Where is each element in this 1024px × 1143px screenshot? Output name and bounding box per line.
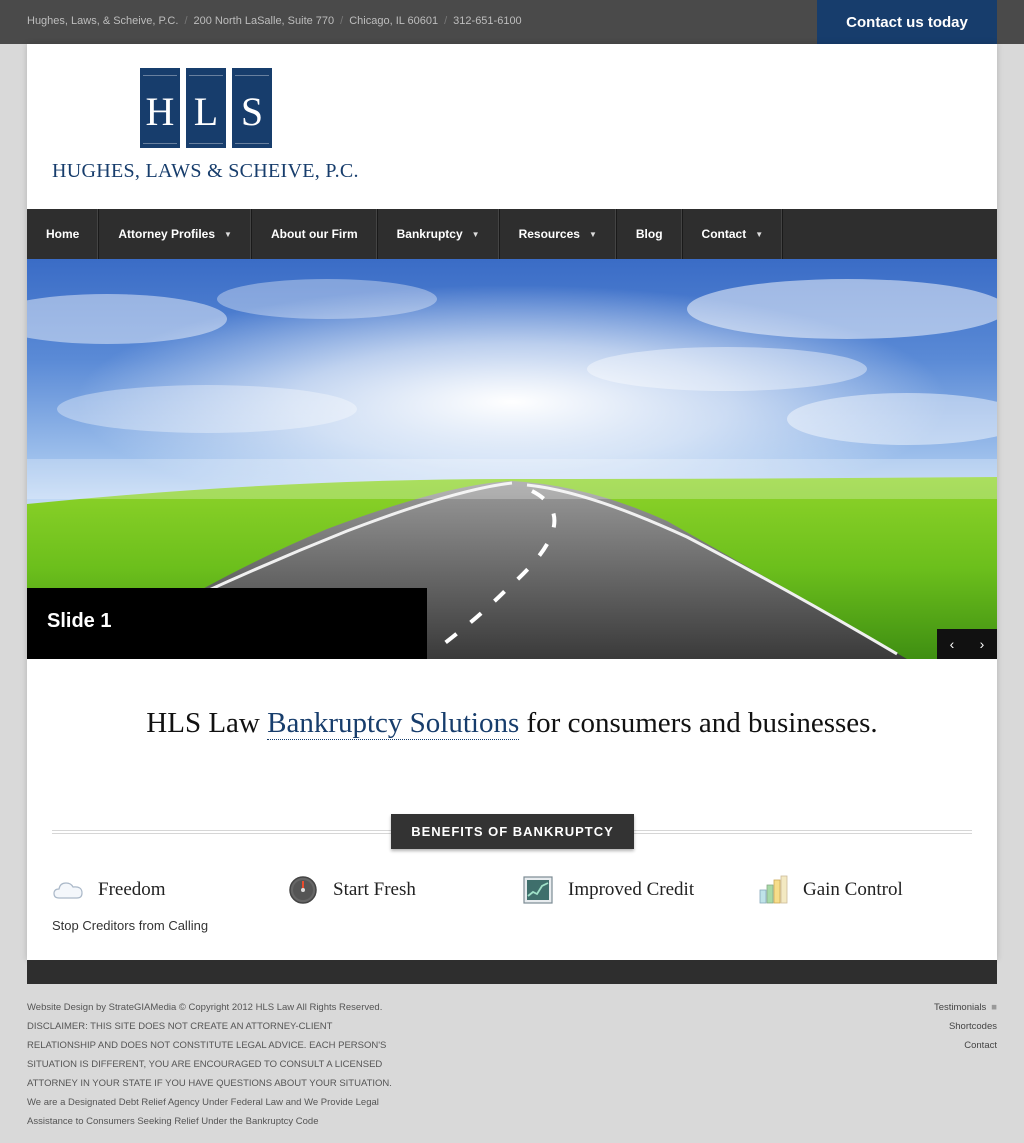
cloud-icon (53, 882, 83, 899)
city: Chicago, IL 60601 (349, 15, 439, 27)
footer-links: Testimonials ■ Shortcodes Contact (880, 998, 997, 1055)
tagline: HLS Law Bankruptcy Solutions for consume… (27, 707, 997, 740)
hero-slider: Slide 1 ‹ › (27, 259, 997, 659)
benefit-start-fresh: Start Fresh (287, 874, 416, 906)
benefit-title: Improved Credit (568, 879, 695, 900)
footer-line: SITUATION IS DIFFERENT, YOU ARE ENCOURAG… (27, 1059, 383, 1070)
logo-letter-block: H (140, 68, 180, 148)
footer-line: DISCLAIMER: THIS SITE DOES NOT CREATE AN… (27, 1021, 333, 1032)
main-panel: H L S HUGHES, LAWS & SCHEIVE, P.C. Home A… (27, 44, 997, 960)
line-chart-icon (523, 876, 553, 904)
chevron-down-icon: ▼ (588, 229, 597, 239)
nav-item-label: Contact (701, 227, 747, 241)
logo-letter: L (193, 89, 219, 134)
slide-caption: Slide 1 (27, 588, 427, 659)
benefit-title: Gain Control (803, 879, 903, 900)
benefit-gain-control: Gain Control (757, 874, 903, 906)
chevron-down-icon: ▼ (471, 229, 480, 239)
benefit-title: Freedom (98, 879, 166, 900)
benefit-title: Start Fresh (333, 879, 416, 900)
footer-line: RELATIONSHIP AND DOES NOT CONSTITUTE LEG… (27, 1040, 387, 1051)
contact-info: Hughes, Laws, & Scheive, P.C. / 200 North … (27, 15, 522, 27)
footer-disclaimer: Website Design by StrateGIAMedia © Copyr… (27, 998, 427, 1131)
footer-line: Assistance to Consumers Seeking Relief U… (27, 1116, 319, 1127)
separator: / (340, 15, 344, 27)
nav-item-label: Resources (518, 227, 580, 241)
benefit-freedom-description: Stop Creditors from Calling (52, 918, 209, 933)
footer-link-testimonials[interactable]: Testimonials ■ (880, 998, 997, 1017)
firm-name: Hughes, Laws, & Scheive, P.C. (27, 15, 179, 27)
bullet-icon: ■ (991, 1002, 997, 1013)
logo-letter-block: S (232, 68, 272, 148)
phone-number[interactable]: 312-651-6100 (453, 15, 522, 27)
footer-link-label: Testimonials (933, 1002, 987, 1013)
footer-link-contact[interactable]: Contact (880, 1036, 997, 1055)
nav-item-blog[interactable]: Blog (617, 209, 683, 259)
nav-item-attorney-profiles[interactable]: Attorney Profiles ▼ (99, 209, 252, 259)
footer-line: Website Design by StrateGIAMedia © Copyr… (27, 1002, 383, 1013)
main-nav: Home Attorney Profiles ▼ About our Firm Bank… (27, 209, 997, 259)
nav-item-about-our-firm[interactable]: About our Firm (252, 209, 378, 259)
nav-item-label: About our Firm (270, 227, 358, 241)
chevron-down-icon: ▼ (755, 229, 764, 239)
footer-link-shortcodes[interactable]: Shortcodes (880, 1017, 997, 1036)
logo-firm-name: HUGHES, LAWS & SCHEIVE, P.C. (52, 160, 359, 182)
benefit-improved-credit: Improved Credit (522, 874, 694, 906)
logo-mark: H L S (140, 68, 272, 148)
address: 200 North LaSalle, Suite 770 (193, 15, 335, 27)
bar-chart-icon (759, 875, 788, 904)
footer-bar (27, 960, 997, 984)
bankruptcy-solutions-link[interactable]: Bankruptcy Solutions (267, 707, 520, 740)
chevron-down-icon: ▼ (224, 229, 232, 239)
nav-item-label: Bankruptcy (396, 227, 463, 241)
footer-line: ATTORNEY IN YOUR STATE IF YOU HAVE QUEST… (27, 1078, 392, 1089)
contact-us-button[interactable]: Contact us today (817, 0, 997, 44)
footer-line: We are a Designated Debt Relief Agency U… (27, 1097, 379, 1108)
gauge-icon (289, 876, 317, 904)
nav-item-bankruptcy[interactable]: Bankruptcy ▼ (378, 209, 500, 259)
nav-item-label: Attorney Profiles (118, 227, 216, 241)
logo-letter: S (240, 89, 264, 134)
tagline-start: HLS Law (146, 707, 268, 739)
logo-letter-block: L (186, 68, 226, 148)
tagline-end: for consumers and businesses. (519, 707, 878, 739)
benefit-freedom: Freedom (52, 874, 166, 906)
benefits-heading: BENEFITS OF BANKRUPTCY (391, 814, 634, 849)
nav-item-home[interactable]: Home (27, 209, 100, 259)
nav-item-contact[interactable]: Contact ▼ (683, 209, 784, 259)
slider-prev-button[interactable]: ‹ (937, 629, 967, 659)
logo-letter: H (145, 89, 175, 134)
nav-item-resources[interactable]: Resources ▼ (500, 209, 617, 259)
nav-item-label: Home (46, 227, 80, 241)
separator: / (184, 15, 188, 27)
top-bar: Hughes, Laws, & Scheive, P.C. / 200 North … (0, 0, 1024, 44)
slider-next-button[interactable]: › (967, 629, 997, 659)
site-logo[interactable]: H L S HUGHES, LAWS & SCHEIVE, P.C. (52, 68, 362, 186)
nav-item-label: Blog (635, 227, 663, 241)
separator: / (444, 15, 448, 27)
slider-controls: ‹ › (937, 629, 997, 659)
